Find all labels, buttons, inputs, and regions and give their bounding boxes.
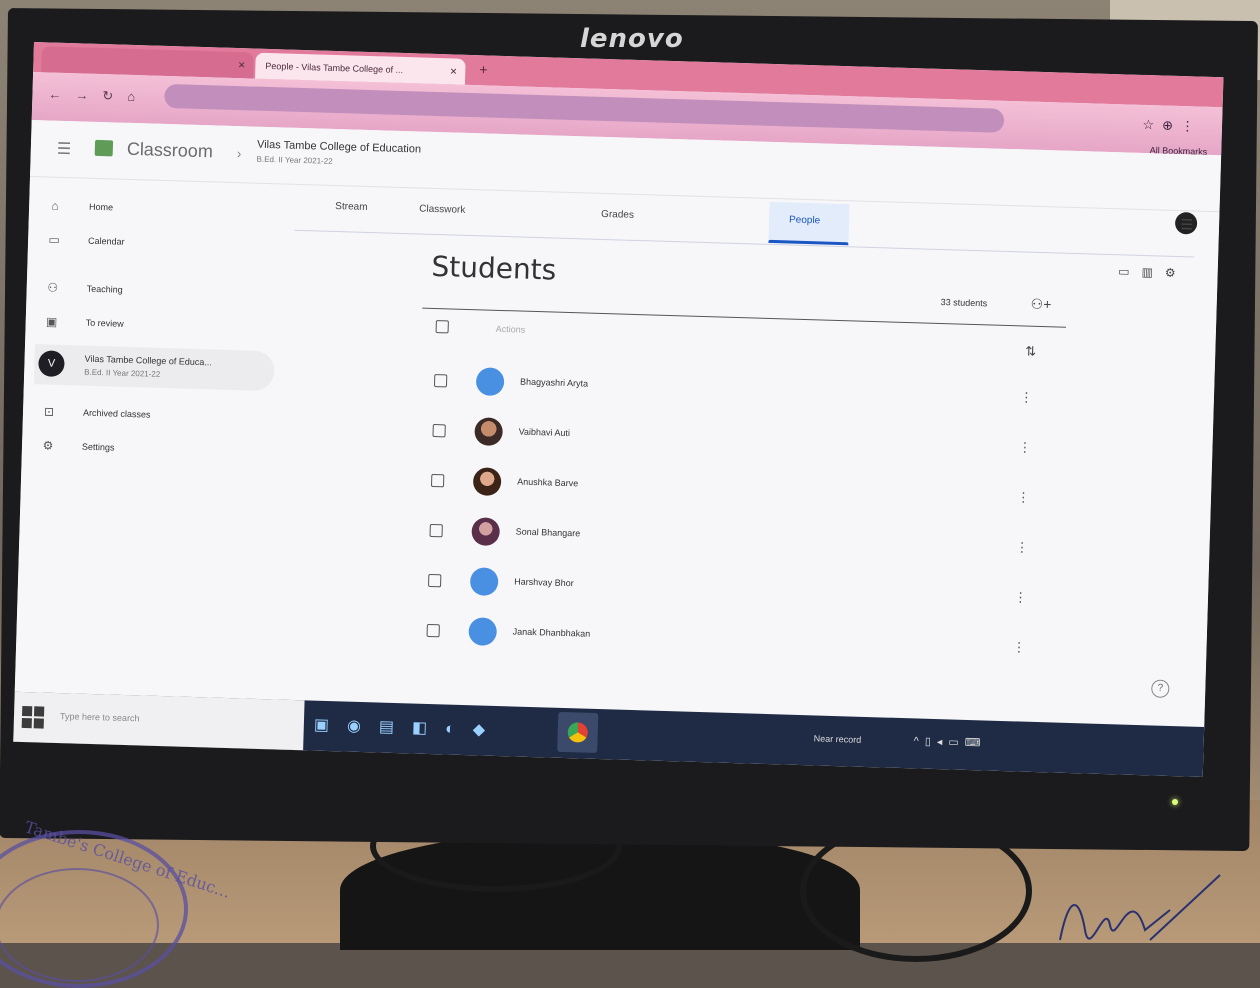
sidebar-item-teaching[interactable]: ⚇ Teaching [44,280,123,300]
hamburger-menu-icon[interactable]: ☰ [57,139,72,159]
sidebar-item-label: To review [85,317,124,329]
sidebar-item-class[interactable]: V Vilas Tambe College of Educa... B.Ed. … [33,344,275,392]
sidebar-item-to-review[interactable]: ▣ To review [43,314,124,334]
classroom-app: ☰ Classroom › Vilas Tambe College of Edu… [14,119,1222,736]
tab-stream[interactable]: Stream [335,201,368,213]
add-student-icon[interactable]: ⚇+ [1030,296,1051,314]
sidebar-item-label: Calendar [87,235,125,247]
student-name: Anushka Barve [517,476,579,489]
tab-people[interactable]: People [789,214,820,226]
close-icon[interactable]: ✕ [237,52,246,78]
more-vert-icon[interactable]: ⋮ [1014,589,1027,605]
student-checkbox[interactable] [432,424,446,438]
page-title: Students [431,249,557,287]
avatar [471,517,501,547]
class-title[interactable]: Vilas Tambe College of Education [257,139,421,156]
student-checkbox[interactable] [430,473,445,488]
student-name: Sonal Bhangare [515,526,581,539]
select-all-checkbox[interactable] [435,320,449,334]
student-checkbox[interactable] [433,374,448,388]
more-vert-icon[interactable]: ⋮ [1017,489,1030,505]
sidebar-item-settings[interactable]: ⚙ Settings [40,438,114,458]
browser-actions[interactable]: ☆⊕⋮ [1142,117,1202,135]
taskbar-search-area: Type here to search [13,691,305,751]
monitor-screen: ✕ People - Vilas Tambe College of ... ✕ +… [13,42,1224,777]
student-name: Bhagyashri Aryta [519,376,589,389]
handwritten-signature [1059,874,1221,941]
class-section: B.Ed. II Year 2021-22 [256,154,333,166]
more-vert-icon[interactable]: ⋮ [1012,639,1025,655]
actions-dropdown[interactable]: Actions [496,324,526,335]
pinned-app-icons[interactable]: ▣◉▤◧◐◆ [314,715,504,741]
chrome-taskbar-icon[interactable] [557,711,599,754]
tab-title: People - Vilas Tambe College of ... [265,60,404,75]
archive-icon: ⊡ [43,404,55,419]
sidebar-item-home[interactable]: ⌂ Home [47,198,113,218]
avatar [474,417,504,447]
student-name: Janak Dhanbhakan [512,626,591,639]
class-name: Vilas Tambe College of Educa... [84,353,212,368]
more-vert-icon[interactable]: ⋮ [1015,539,1028,555]
class-tool-icons[interactable]: ▭▥⚙ [1118,264,1188,280]
tab-grades[interactable]: Grades [601,209,634,221]
sidebar: ⌂ Home ▭ Calendar ⚇ Teaching ▣ To review V V… [14,176,287,707]
more-vert-icon[interactable]: ⋮ [1018,439,1031,455]
avatar [475,367,505,397]
sidebar-item-label: Archived classes [82,407,151,420]
student-checkbox[interactable] [429,523,443,538]
sort-icon[interactable]: ⇅ [1025,344,1036,360]
sidebar-item-label: Settings [81,441,115,453]
teaching-icon: ⚇ [47,280,59,295]
weather-widget[interactable]: Near record [814,733,862,744]
student-checkbox[interactable] [428,573,442,588]
nav-icons[interactable]: ←→↻⌂ [48,86,149,105]
college-stamp-inner-ring [0,868,159,982]
taskbar-search-input[interactable]: Type here to search [60,711,140,723]
monitor-brand-logo: lenovo [580,24,684,54]
student-checkbox[interactable] [426,623,440,638]
avatar [469,567,499,597]
windows-start-icon[interactable] [21,705,45,729]
chevron-right-icon: › [236,145,242,162]
more-vert-icon[interactable]: ⋮ [1020,389,1033,405]
tab-classwork[interactable]: Classwork [419,204,465,216]
sidebar-item-label: Teaching [86,283,123,295]
power-led [1172,799,1178,805]
calendar-icon: ▭ [48,232,61,247]
class-avatar: V [38,350,65,378]
close-icon[interactable]: ✕ [449,58,458,84]
sidebar-item-archived[interactable]: ⊡ Archived classes [41,404,151,424]
view-options-icon[interactable]: ☰ [1180,216,1193,233]
to-review-icon: ▣ [45,314,58,329]
student-name: Vaibhavi Auti [518,426,571,439]
home-icon: ⌂ [51,198,59,213]
avatar [472,467,502,497]
sidebar-item-calendar[interactable]: ▭ Calendar [46,232,125,252]
class-section: B.Ed. II Year 2021-22 [84,367,161,379]
student-name: Harshvay Bhor [514,576,574,589]
help-icon[interactable]: ? [1151,679,1170,698]
settings-icon: ⚙ [42,438,54,453]
system-tray-icons[interactable]: ^▯◂▭⌨ [913,734,986,749]
app-title[interactable]: Classroom [127,139,214,163]
students-count: 33 students [940,297,988,309]
avatar [468,617,498,646]
classroom-logo-icon [94,139,114,157]
sidebar-item-label: Home [88,201,114,213]
new-tab-icon[interactable]: + [479,61,488,77]
